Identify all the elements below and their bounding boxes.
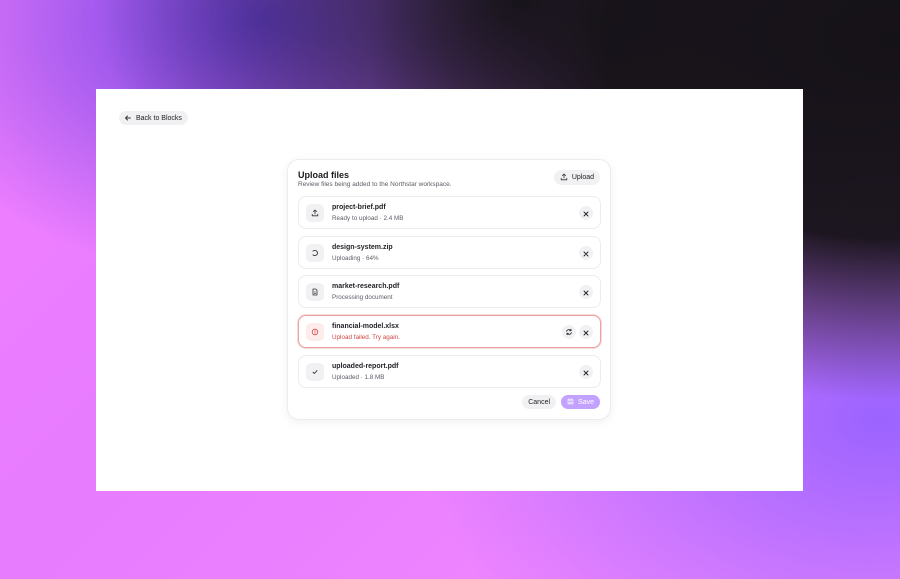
- file-item-financial-model: financial-model.xlsx Upload failed. Try …: [298, 315, 601, 348]
- retry-upload-button[interactable]: [562, 325, 576, 339]
- file-item-market-research: market-research.pdf Processing document: [298, 275, 601, 308]
- upload-button-label: Upload: [571, 174, 594, 181]
- file-name: project-brief.pdf: [332, 204, 386, 211]
- save-icon: [567, 398, 574, 407]
- upload-icon: [306, 204, 324, 222]
- main-panel: Back to Blocks Upload files Review files…: [96, 89, 803, 491]
- file-status: Uploaded · 1.8 MB: [332, 374, 385, 381]
- remove-file-button[interactable]: [579, 365, 593, 379]
- close-icon: [583, 283, 589, 301]
- remove-file-button[interactable]: [579, 206, 593, 220]
- upload-button[interactable]: Upload: [553, 170, 600, 185]
- file-status: Ready to upload · 2.4 MB: [332, 215, 404, 222]
- close-icon: [583, 323, 589, 341]
- file-item-project-brief: project-brief.pdf Ready to upload · 2.4 …: [298, 196, 601, 229]
- remove-file-button[interactable]: [579, 246, 593, 260]
- file-status: Processing document: [332, 294, 393, 301]
- remove-file-button[interactable]: [579, 285, 593, 299]
- check-icon: [306, 363, 324, 381]
- card-subtitle: Review files being added to the Northsta…: [298, 181, 452, 188]
- file-item-design-system: design-system.zip Uploading · 64%: [298, 236, 601, 269]
- close-icon: [583, 244, 589, 262]
- document-icon: [306, 283, 324, 301]
- file-name: financial-model.xlsx: [332, 323, 399, 330]
- card-title: Upload files: [298, 170, 350, 180]
- save-button[interactable]: Save: [561, 395, 600, 409]
- remove-file-button[interactable]: [579, 325, 593, 339]
- save-button-label: Save: [578, 398, 594, 406]
- close-icon: [583, 204, 589, 222]
- cancel-button[interactable]: Cancel: [522, 395, 557, 409]
- file-name: market-research.pdf: [332, 283, 400, 290]
- back-to-blocks-button[interactable]: Back to Blocks: [119, 111, 188, 125]
- file-name: uploaded-report.pdf: [332, 363, 399, 370]
- file-status: Uploading · 64%: [332, 255, 379, 262]
- upload-icon: [560, 173, 568, 183]
- back-button-label: Back to Blocks: [136, 114, 182, 122]
- alert-circle-icon: [306, 323, 324, 341]
- card-footer: Cancel Save: [522, 395, 600, 409]
- upload-files-card: Upload files Review files being added to…: [287, 159, 611, 420]
- file-item-uploaded-report: uploaded-report.pdf Uploaded · 1.8 MB: [298, 355, 601, 388]
- close-icon: [583, 363, 589, 381]
- file-status: Upload failed. Try again.: [332, 334, 400, 341]
- arrow-left-icon: [124, 114, 132, 122]
- refresh-icon: [565, 323, 573, 341]
- file-name: design-system.zip: [332, 244, 393, 251]
- spinner-icon: [306, 244, 324, 262]
